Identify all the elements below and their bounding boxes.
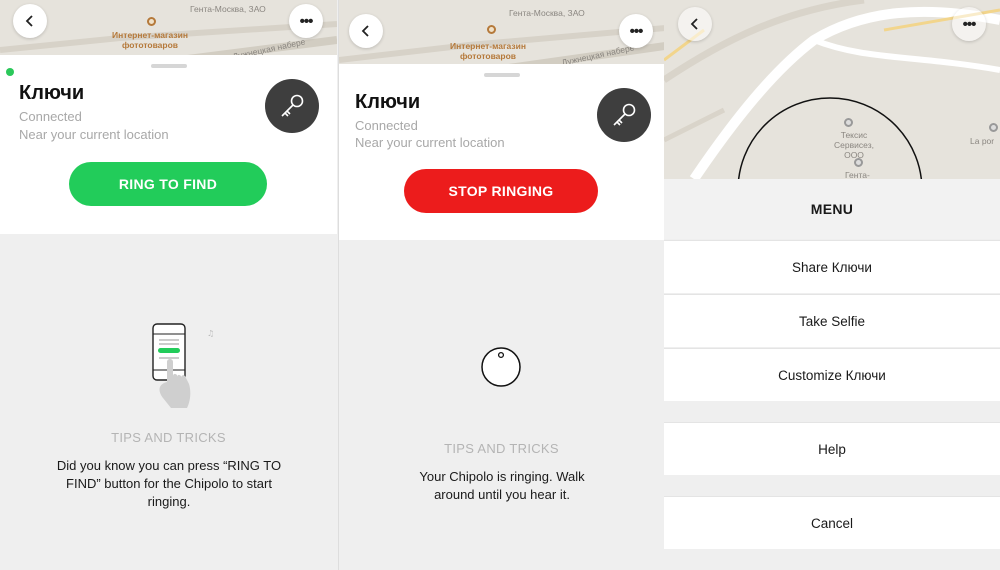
- menu-item-help[interactable]: Help: [664, 422, 1000, 475]
- item-avatar[interactable]: [597, 88, 651, 142]
- map-label-store: Интернет-магазин фототоваров: [450, 41, 526, 61]
- map-poi-pin: [147, 17, 156, 26]
- key-icon: [281, 94, 304, 117]
- menu-cancel-button[interactable]: Cancel: [664, 496, 1000, 549]
- more-button[interactable]: •••: [289, 4, 323, 38]
- chevron-left-icon: [690, 18, 698, 30]
- item-name: Ключи: [355, 91, 421, 113]
- key-icon: [613, 103, 636, 126]
- tips-text: Your Chipolo is ringing. Walk around unt…: [419, 469, 585, 502]
- back-button[interactable]: [349, 14, 383, 48]
- map-poi-pin: [487, 25, 496, 34]
- map-poi-pin: [844, 118, 853, 127]
- connection-status: Connected: [355, 118, 418, 133]
- menu-item-customize[interactable]: Customize Ключи: [664, 348, 1000, 401]
- tips-heading: TIPS AND TRICKS: [111, 430, 226, 445]
- more-dots-icon: •••: [962, 15, 977, 33]
- connection-status-dot: [6, 68, 14, 76]
- map-label-texsis: Тексис Сервисез, ООО: [834, 130, 874, 160]
- more-dots-icon: •••: [629, 22, 644, 40]
- map-label-store: Интернет-магазин фототоваров: [112, 30, 188, 50]
- more-dots-icon: •••: [299, 12, 314, 30]
- menu-item-share[interactable]: Share Ключи: [664, 240, 1000, 293]
- menu-title: MENU: [664, 179, 1000, 239]
- more-button[interactable]: •••: [619, 14, 653, 48]
- location-text: Near your current location: [19, 127, 169, 142]
- drag-handle[interactable]: [150, 64, 187, 68]
- map-label-genta: Гента-Москва, ЗАО: [509, 8, 585, 18]
- back-button[interactable]: [678, 7, 712, 41]
- chevron-left-icon: [361, 25, 369, 37]
- map-view[interactable]: Тексис Сервисез, ООО Гента- La por: [664, 0, 1000, 179]
- item-card: Ключи Connected Near your current locati…: [0, 55, 337, 234]
- map-view[interactable]: Гента-Москва, ЗАО Интернет-магазин фотот…: [0, 0, 337, 60]
- location-text: Near your current location: [355, 135, 505, 150]
- ring-to-find-button[interactable]: RING TO FIND: [69, 162, 267, 206]
- item-card: Ключи Connected Near your current locati…: [339, 64, 664, 240]
- back-button[interactable]: [13, 4, 47, 38]
- tips-heading: TIPS AND TRICKS: [444, 441, 559, 456]
- screen-ring-to-find: Гента-Москва, ЗАО Интернет-магазин фотот…: [0, 0, 337, 570]
- tips-text: Did you know you can press “RING TO FIND…: [56, 458, 282, 509]
- map-view[interactable]: Гента-Москва, ЗАО Интернет-магазин фотот…: [339, 0, 664, 68]
- chevron-left-icon: [25, 15, 33, 27]
- drag-handle[interactable]: [483, 73, 520, 77]
- screen-stop-ringing: Гента-Москва, ЗАО Интернет-магазин фотот…: [338, 0, 664, 570]
- map-label-genta: Гента-: [845, 170, 870, 179]
- screen-menu: Тексис Сервисез, ООО Гента- La por ••• M…: [664, 0, 1000, 570]
- more-button[interactable]: •••: [952, 7, 986, 41]
- connection-status: Connected: [19, 109, 82, 124]
- map-label-lapor: La por: [970, 136, 995, 146]
- item-name: Ключи: [19, 82, 85, 104]
- chipolo-ring-icon: [481, 347, 521, 387]
- map-poi-pin: [989, 123, 998, 132]
- stop-ringing-button[interactable]: STOP RINGING: [404, 169, 598, 213]
- map-label-genta: Гента-Москва, ЗАО: [190, 4, 266, 14]
- phone-hand-icon: ♫: [152, 323, 214, 408]
- svg-text:♫: ♫: [207, 329, 214, 338]
- menu-item-take-selfie[interactable]: Take Selfie: [664, 294, 1000, 347]
- item-avatar[interactable]: [265, 79, 319, 133]
